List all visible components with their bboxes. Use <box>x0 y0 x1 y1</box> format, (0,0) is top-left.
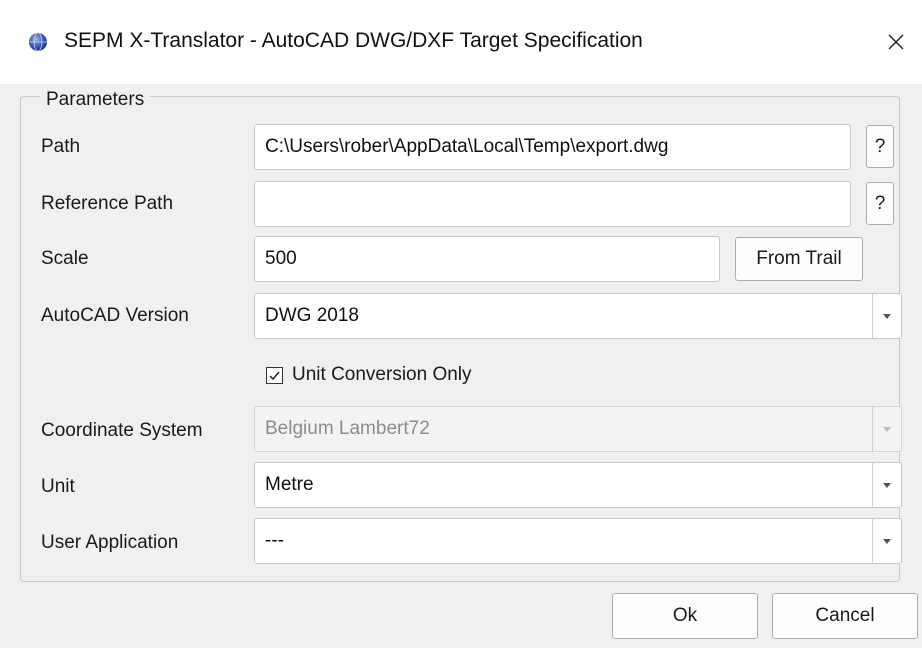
reference-path-help-button[interactable]: ? <box>866 182 894 225</box>
reference-path-label: Reference Path <box>41 193 174 214</box>
close-icon <box>888 34 904 50</box>
user-application-label: User Application <box>41 532 179 553</box>
chevron-down-icon[interactable] <box>872 519 901 563</box>
unit-conversion-checkbox[interactable] <box>266 366 283 384</box>
unit-label: Unit <box>41 476 75 497</box>
coordinate-system-select: Belgium Lambert72 <box>254 406 902 452</box>
path-label: Path <box>41 136 81 157</box>
reference-path-input[interactable] <box>254 181 851 227</box>
checkmark-icon <box>269 371 280 380</box>
window-title: SEPM X-Translator - AutoCAD DWG/DXF Targ… <box>64 29 643 52</box>
title-bar: SEPM X-Translator - AutoCAD DWG/DXF Targ… <box>0 0 922 84</box>
ok-button[interactable]: Ok <box>612 593 758 639</box>
unit-conversion-label: Unit Conversion Only <box>292 364 472 385</box>
scale-input[interactable]: 500 <box>254 236 720 282</box>
globe-icon <box>28 32 48 52</box>
autocad-version-label: AutoCAD Version <box>41 305 189 326</box>
close-button[interactable] <box>880 26 912 58</box>
chevron-down-icon[interactable] <box>872 294 901 338</box>
autocad-version-select[interactable]: DWG 2018 <box>254 293 902 339</box>
user-application-select[interactable]: --- <box>254 518 902 564</box>
autocad-version-value: DWG 2018 <box>265 305 359 326</box>
coordinate-system-label: Coordinate System <box>41 420 203 441</box>
path-input[interactable]: C:\Users\rober\AppData\Local\Temp\export… <box>254 124 851 170</box>
chevron-down-icon <box>872 407 901 451</box>
parameters-legend: Parameters <box>40 89 151 111</box>
cancel-button[interactable]: Cancel <box>772 593 918 639</box>
unit-value: Metre <box>265 474 314 495</box>
scale-label: Scale <box>41 248 89 269</box>
unit-select[interactable]: Metre <box>254 462 902 508</box>
unit-conversion-checkbox-row[interactable]: Unit Conversion Only <box>266 362 472 388</box>
coordinate-system-value: Belgium Lambert72 <box>265 418 430 439</box>
from-trail-button[interactable]: From Trail <box>735 237 863 281</box>
user-application-value: --- <box>265 530 284 551</box>
chevron-down-icon[interactable] <box>872 463 901 507</box>
path-help-button[interactable]: ? <box>866 125 894 168</box>
